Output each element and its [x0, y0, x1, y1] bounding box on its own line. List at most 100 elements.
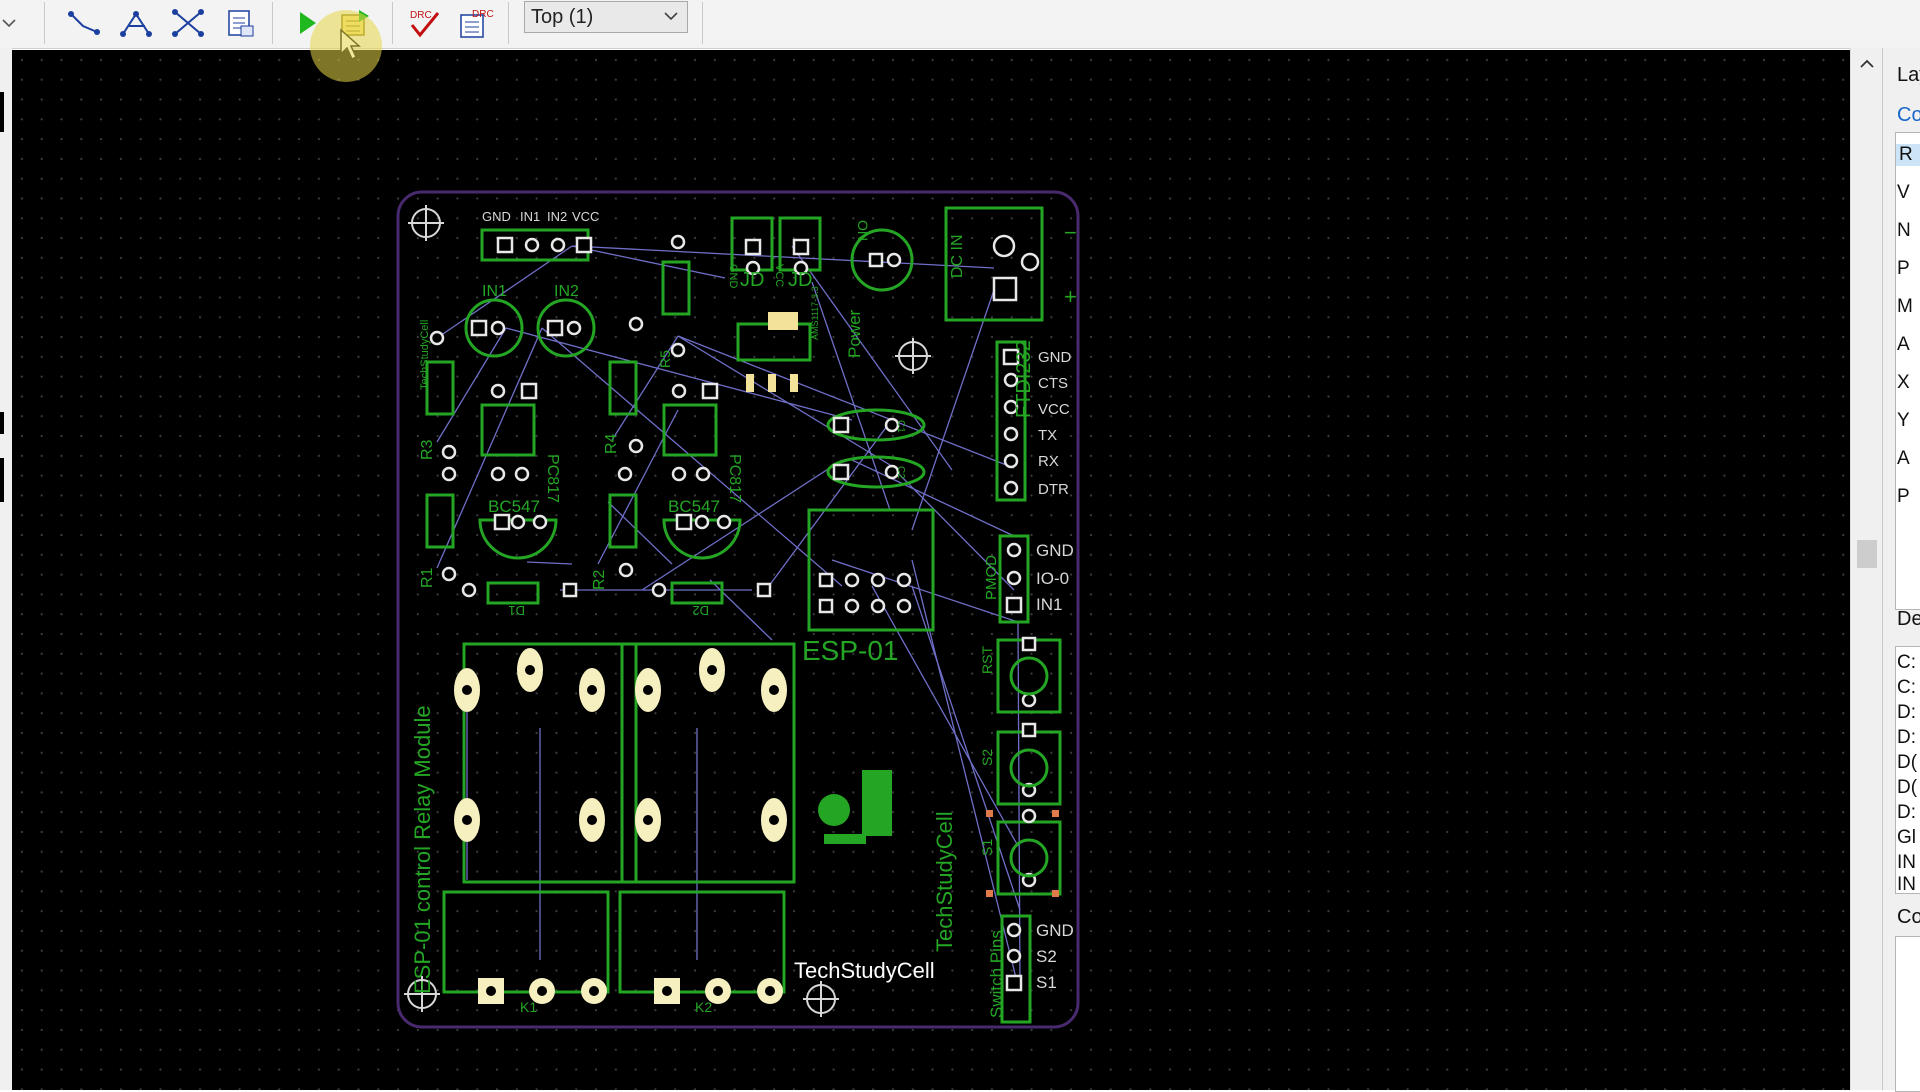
- scrollbar-thumb[interactable]: [1857, 540, 1877, 568]
- pcb-board: GND IN1 IN2 VCC GND CTS VCC TX RX DTR GN…: [396, 190, 1080, 1029]
- tab-properties[interactable]: Co: [1897, 104, 1920, 127]
- mounting-hole: [803, 981, 839, 1017]
- mounting-hole: [895, 338, 931, 374]
- pcb-canvas[interactable]: GND IN1 IN2 VCC GND CTS VCC TX RX DTR GN…: [12, 50, 1850, 1090]
- brand-text: TechStudyCell: [794, 958, 935, 983]
- drc-report-icon[interactable]: DRC: [456, 4, 496, 42]
- switch-pin-s1: S1: [1036, 973, 1057, 992]
- input-header-gnd: GND: [482, 209, 511, 224]
- pmod-pin-gnd: GND: [1036, 541, 1074, 560]
- r3-label: R3: [419, 439, 436, 460]
- property-row[interactable]: P: [1897, 486, 1910, 508]
- unroute-icon[interactable]: [168, 4, 208, 42]
- ftdi-pin-dtr: DTR: [1038, 481, 1069, 498]
- regulator-tab: [768, 312, 798, 330]
- r2-label: R2: [591, 569, 608, 590]
- regulator-pin: [790, 374, 798, 392]
- drc-check-icon[interactable]: DRC: [404, 4, 444, 42]
- layer-select-value: Top (1): [531, 6, 594, 28]
- property-row[interactable]: X: [1897, 372, 1910, 394]
- side-brand-text: TechStudyCell: [932, 811, 957, 952]
- bc547a-label: BC547: [488, 497, 540, 516]
- s2-label: S2: [979, 749, 995, 766]
- properties-icon[interactable]: [220, 4, 260, 42]
- property-row[interactable]: R: [1896, 144, 1920, 166]
- details-item[interactable]: D(: [1897, 777, 1917, 799]
- on-label: ON: [855, 220, 871, 241]
- toolbar: DRC DRC Top (1): [0, 0, 1920, 49]
- power-label: Power: [845, 309, 864, 358]
- details-item[interactable]: D:: [1897, 702, 1916, 724]
- split-trace-icon[interactable]: [116, 4, 156, 42]
- k1-outline: [442, 890, 610, 994]
- bottom-list: [1895, 936, 1920, 1092]
- in1-label: IN1: [482, 283, 507, 300]
- ftdi-pin-vcc: VCC: [1038, 401, 1070, 418]
- property-row[interactable]: A: [1897, 448, 1910, 470]
- esp-label: ESP-01: [802, 635, 899, 666]
- toolbar-separator: [392, 2, 393, 44]
- details-item[interactable]: D:: [1897, 727, 1916, 749]
- relay1-outline: [462, 642, 638, 884]
- in2-led-outline: [536, 298, 596, 358]
- side-panel: Lay Co R V N P M A X Y A P De C: C: D: D…: [1882, 48, 1920, 1092]
- jd1-gnd-label: GND: [727, 264, 739, 289]
- details-item[interactable]: Gl: [1897, 827, 1916, 849]
- regulator-pin: [768, 374, 776, 392]
- input-header-in1: IN1: [520, 209, 540, 224]
- details-item[interactable]: D(: [1897, 752, 1917, 774]
- input-header-in2: IN2: [547, 209, 567, 224]
- details-item[interactable]: C:: [1897, 677, 1916, 699]
- switch-pin-gnd: GND: [1036, 921, 1074, 940]
- pmod-pin-io0: IO-0: [1036, 569, 1069, 588]
- board-outline: [396, 190, 1080, 1029]
- ftdi-pin-gnd: GND: [1038, 349, 1072, 366]
- property-row[interactable]: A: [1897, 334, 1910, 356]
- mouse-cursor: [339, 28, 379, 73]
- switch-pin-s2: S2: [1036, 947, 1057, 966]
- d1-label: D1: [508, 603, 525, 618]
- ftdi-label: FTDI232: [1013, 340, 1035, 418]
- ftdi-pin-rx: RX: [1038, 453, 1059, 470]
- drc-check-text: DRC: [410, 10, 432, 21]
- c2-label: C2: [895, 466, 906, 479]
- dropdown-chevron-icon[interactable]: [0, 4, 24, 42]
- bc547b-label: BC547: [668, 497, 720, 516]
- ftdi-pin-tx: TX: [1038, 427, 1057, 444]
- d1-outline: [486, 581, 540, 605]
- toolbar-separator: [44, 2, 45, 44]
- vertical-scrollbar[interactable]: [1850, 48, 1883, 1090]
- rst-label: RST: [979, 646, 995, 674]
- details-item[interactable]: D:: [1897, 802, 1916, 824]
- d2-label: D2: [692, 603, 709, 618]
- details-item[interactable]: C:: [1897, 652, 1916, 674]
- pc817b-outline: [662, 403, 718, 457]
- property-row[interactable]: N: [1897, 220, 1911, 242]
- drc-report-text: DRC: [472, 9, 494, 20]
- details-item[interactable]: IN: [1897, 874, 1916, 896]
- ftdi-pin-cts: CTS: [1038, 375, 1068, 392]
- left-panel-edge: [0, 48, 12, 1090]
- layer-select[interactable]: Top (1): [524, 1, 688, 33]
- jd1-label: JD: [740, 269, 764, 291]
- mounting-hole: [408, 205, 444, 241]
- run-icon[interactable]: [286, 4, 326, 42]
- pmod-pin-in1: IN1: [1036, 595, 1062, 614]
- property-row[interactable]: V: [1897, 182, 1910, 204]
- small-brand-text: TechStudyCell: [419, 320, 431, 390]
- r1-label: R1: [419, 567, 436, 588]
- property-row[interactable]: Y: [1897, 410, 1910, 432]
- scroll-up-icon[interactable]: [1851, 54, 1883, 74]
- chevron-down-icon: [664, 12, 678, 21]
- route-icon[interactable]: [64, 4, 104, 42]
- k2-outline: [618, 890, 786, 994]
- details-item[interactable]: IN: [1897, 852, 1916, 874]
- pmod-label: PMOD: [983, 555, 1000, 600]
- property-row[interactable]: M: [1897, 296, 1913, 318]
- property-row[interactable]: P: [1897, 258, 1910, 280]
- jd2-label: JD: [788, 269, 812, 291]
- pc817b-label: PC817: [726, 454, 743, 503]
- bottom-header: Co: [1897, 906, 1920, 928]
- toolbar-separator: [272, 2, 273, 44]
- regulator-pin: [746, 374, 754, 392]
